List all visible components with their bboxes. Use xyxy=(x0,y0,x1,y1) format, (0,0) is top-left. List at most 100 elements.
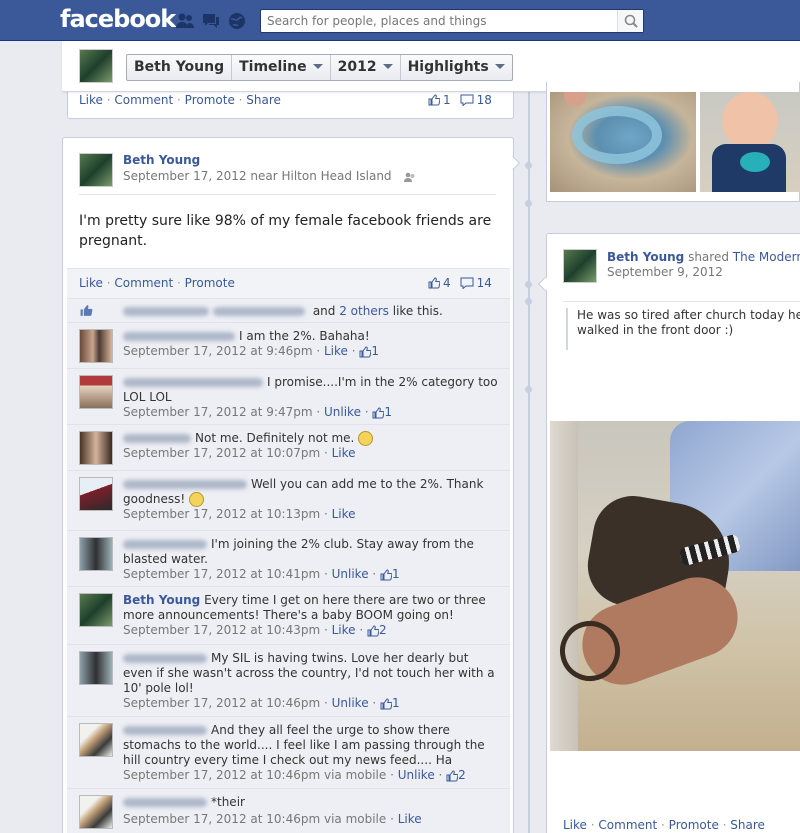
blurred-name xyxy=(123,307,209,316)
blurred-name[interactable] xyxy=(123,654,207,663)
thumbs-up-icon xyxy=(367,624,379,636)
messages-icon[interactable] xyxy=(201,11,221,31)
shared-photo[interactable] xyxy=(550,421,800,751)
blurred-name[interactable] xyxy=(123,378,263,387)
comment-like-count[interactable]: 1 xyxy=(359,344,379,358)
crumb-highlights[interactable]: Highlights xyxy=(401,55,512,80)
blurred-name[interactable] xyxy=(123,540,207,549)
like-link[interactable]: Like xyxy=(563,818,587,832)
blurred-name[interactable] xyxy=(123,798,207,807)
blurred-name[interactable] xyxy=(123,332,235,341)
comment-count[interactable]: 18 xyxy=(477,93,492,107)
share-link[interactable]: Share xyxy=(246,93,281,107)
shared-page-link[interactable]: The Modern xyxy=(733,250,800,264)
comment-unlike-link[interactable]: Unlike xyxy=(398,768,435,782)
comment-like-count[interactable]: 1 xyxy=(380,696,400,710)
post-author-name[interactable]: Beth Young xyxy=(123,153,200,167)
commenter-name[interactable]: Beth Young xyxy=(123,593,200,607)
photo-thumbnail[interactable] xyxy=(550,92,696,192)
promote-link[interactable]: Promote xyxy=(185,93,235,107)
comment-time[interactable]: September 17, 2012 at 10:43pm xyxy=(123,623,320,637)
commenter-avatar[interactable] xyxy=(79,477,113,511)
share-link[interactable]: Share xyxy=(730,818,765,832)
comment-like-link[interactable]: Like xyxy=(332,446,356,460)
comment-time[interactable]: September 17, 2012 at 10:46pm xyxy=(123,696,320,710)
profile-thumbnail[interactable] xyxy=(79,49,113,83)
author-avatar[interactable] xyxy=(79,153,113,187)
like-link[interactable]: Like xyxy=(79,93,103,107)
others-link[interactable]: 2 others xyxy=(339,304,389,318)
like-sentence-tail: like this. xyxy=(392,304,443,318)
commenter-avatar[interactable] xyxy=(79,723,113,757)
comment-like-link[interactable]: Like xyxy=(398,812,422,826)
comment-text: *their xyxy=(211,795,245,809)
notifications-icon[interactable] xyxy=(227,11,247,31)
comment-link[interactable]: Comment xyxy=(598,818,657,832)
blurred-name[interactable] xyxy=(123,480,247,489)
search-box[interactable] xyxy=(260,9,644,33)
friend-requests-icon[interactable] xyxy=(175,11,195,31)
comment-unlike-link[interactable]: Unlike xyxy=(324,405,361,419)
shared-post-header: Beth Young shared The Modern xyxy=(607,250,800,264)
comment-like-count[interactable]: 1 xyxy=(372,405,392,419)
like-count[interactable]: 4 xyxy=(443,276,451,290)
comment-link[interactable]: Comment xyxy=(114,93,173,107)
comment-time[interactable]: September 17, 2012 at 10:46pm via mobile xyxy=(123,812,386,826)
author-avatar[interactable] xyxy=(563,249,597,283)
thumbs-up-icon[interactable] xyxy=(428,277,440,289)
comment-time[interactable]: September 17, 2012 at 10:13pm xyxy=(123,507,320,521)
like-link[interactable]: Like xyxy=(79,276,103,290)
comment-like-count[interactable]: 2 xyxy=(367,623,387,637)
thumbs-up-icon[interactable] xyxy=(428,94,440,106)
chevron-down-icon xyxy=(312,63,323,69)
shared-quote: He was so tired after church today he p … xyxy=(566,308,800,350)
promote-link[interactable]: Promote xyxy=(669,818,719,832)
crumb-year[interactable]: 2012 xyxy=(331,55,401,80)
facebook-logo[interactable]: facebook xyxy=(60,5,176,33)
promote-link[interactable]: Promote xyxy=(185,276,235,290)
thumbs-up-icon xyxy=(380,697,393,709)
comment-time[interactable]: September 17, 2012 at 9:46pm xyxy=(123,344,313,358)
post-author-name[interactable]: Beth Young xyxy=(607,250,684,264)
commenter-avatar[interactable] xyxy=(79,651,113,685)
comment-unlike-link[interactable]: Unlike xyxy=(332,696,369,710)
comment-icon[interactable] xyxy=(460,277,474,289)
comment-item: I promise....I'm in the 2% category too … xyxy=(67,368,510,424)
post-date-location[interactable]: September 17, 2012 near Hilton Head Isla… xyxy=(123,169,392,183)
commenter-avatar[interactable] xyxy=(79,593,113,627)
commenter-avatar[interactable] xyxy=(79,375,113,409)
post-date[interactable]: September 9, 2012 xyxy=(607,265,723,279)
timeline-dot xyxy=(525,162,532,169)
comment-time[interactable]: September 17, 2012 at 10:46pm via mobile xyxy=(123,768,386,782)
comment-count[interactable]: 14 xyxy=(477,276,492,290)
comment-time[interactable]: September 17, 2012 at 10:07pm xyxy=(123,446,320,460)
crumb-timeline[interactable]: Timeline xyxy=(232,55,331,80)
crumb-name[interactable]: Beth Young xyxy=(127,55,233,80)
blurred-name[interactable] xyxy=(123,726,207,735)
search-button[interactable] xyxy=(617,10,643,32)
thumbs-up-icon xyxy=(446,769,459,781)
photo-thumbnail[interactable] xyxy=(700,92,800,192)
thumbs-up-icon xyxy=(372,406,385,418)
comment-item: Well you can add me to the 2%. Thank goo… xyxy=(67,470,510,530)
commenter-avatar[interactable] xyxy=(79,329,113,363)
comment-like-link[interactable]: Like xyxy=(332,623,356,637)
comment-unlike-link[interactable]: Unlike xyxy=(332,567,369,581)
comment-time[interactable]: September 17, 2012 at 9:47pm xyxy=(123,405,313,419)
comment-icon[interactable] xyxy=(460,94,474,106)
commenter-avatar[interactable] xyxy=(79,537,113,571)
search-input[interactable] xyxy=(261,10,611,32)
comment-like-count[interactable]: 1 xyxy=(380,567,400,581)
comment-time[interactable]: September 17, 2012 at 10:41pm xyxy=(123,567,320,581)
comment-item: Beth Young Every time I get on here ther… xyxy=(67,586,510,644)
comment-like-count[interactable]: 2 xyxy=(446,768,466,782)
comment-link[interactable]: Comment xyxy=(114,276,173,290)
commenter-avatar[interactable] xyxy=(79,795,113,829)
commenter-avatar[interactable] xyxy=(79,431,113,465)
shared-quote-text: He was so tired after church today he p … xyxy=(577,308,800,337)
like-count[interactable]: 1 xyxy=(443,93,451,107)
comment-like-link[interactable]: Like xyxy=(332,507,356,521)
comment-like-link[interactable]: Like xyxy=(324,344,348,358)
blurred-name[interactable] xyxy=(123,434,191,443)
audience-friends-icon[interactable] xyxy=(403,171,417,183)
